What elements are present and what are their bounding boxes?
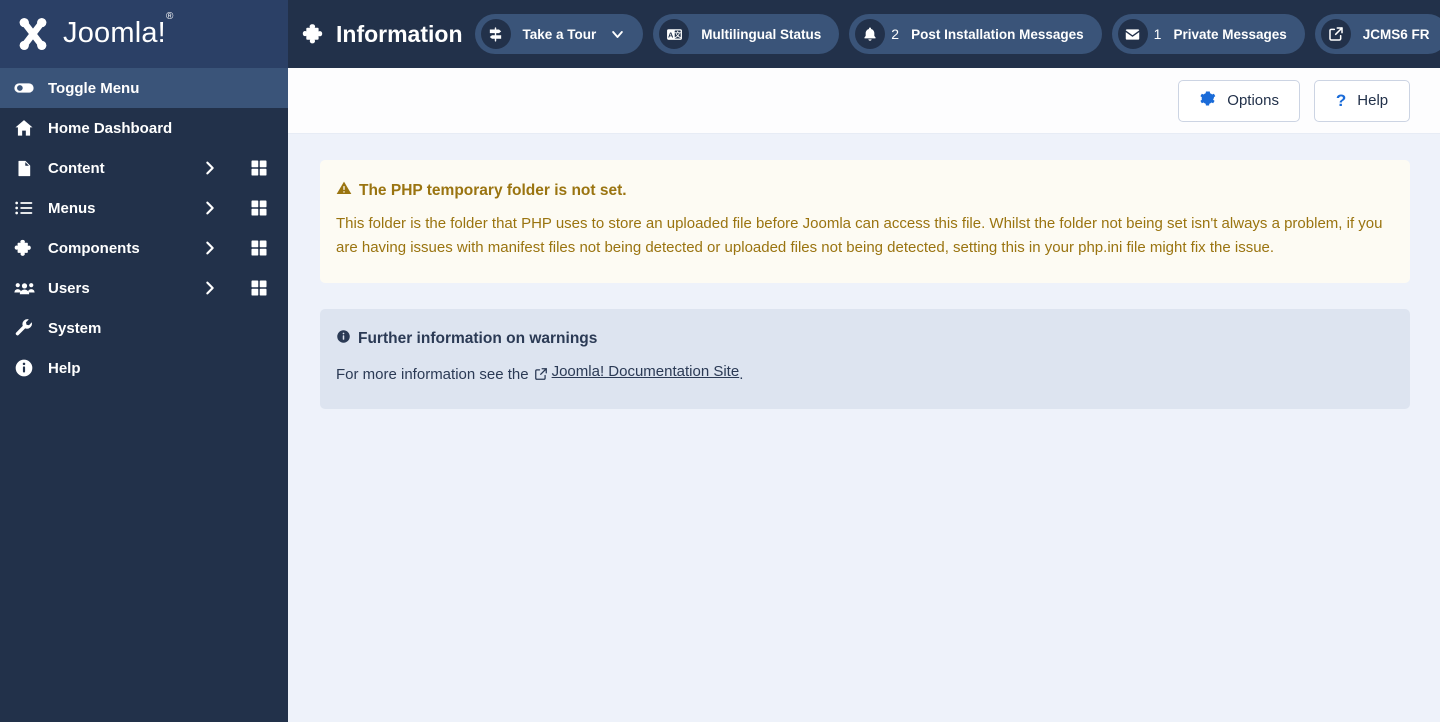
chevron-right-icon[interactable]: [198, 200, 222, 216]
joomla-logo[interactable]: Joomla!®: [12, 10, 174, 55]
envelope-icon: [1117, 19, 1148, 49]
sidebar-item-label: Components: [48, 239, 140, 257]
toggle-switch-icon: [12, 77, 36, 99]
help-label: Help: [1357, 92, 1389, 109]
brand-area[interactable]: Joomla!®: [0, 0, 288, 68]
info-alert-body-suffix: .: [739, 365, 744, 383]
sidebar-item-label: Content: [48, 159, 105, 177]
take-a-tour-button[interactable]: Take a Tour: [474, 14, 644, 54]
toggle-menu-button[interactable]: Toggle Menu: [0, 68, 288, 108]
puzzle-piece-icon: [12, 238, 36, 258]
sidebar-item-label: Menus: [48, 199, 96, 217]
sidebar-item-content[interactable]: Content: [0, 148, 288, 188]
users-icon: [12, 278, 36, 299]
chevron-right-icon[interactable]: [198, 240, 222, 256]
sidebar-item-label: System: [48, 319, 102, 337]
page-identity: Information: [302, 21, 463, 48]
chevron-right-icon[interactable]: [198, 280, 222, 296]
external-link-icon: [1320, 19, 1351, 49]
svg-text:A: A: [668, 30, 674, 39]
help-button[interactable]: ? Help: [1314, 79, 1410, 122]
question-mark-icon: ?: [1335, 91, 1347, 110]
sidebar-item-help[interactable]: Help: [0, 348, 288, 388]
wrench-icon: [12, 318, 36, 338]
puzzle-piece-icon: [302, 22, 326, 46]
warning-triangle-icon: [336, 180, 352, 201]
sidebar-item-users[interactable]: Users: [0, 268, 288, 308]
info-circle-icon: [336, 329, 351, 349]
sidebar-item-home-dashboard[interactable]: Home Dashboard: [0, 108, 288, 148]
page-body: Toggle Menu Home Dashboard Content Menus…: [0, 68, 1440, 722]
language-icon: A 文: [659, 19, 690, 49]
take-a-tour-label: Take a Tour: [522, 26, 597, 42]
toggle-menu-label: Toggle Menu: [48, 79, 140, 97]
chevron-down-icon: [610, 27, 625, 42]
external-link-icon: [534, 367, 548, 381]
post-installation-messages-label: Post Installation Messages: [911, 26, 1084, 42]
sidebar-item-system[interactable]: System: [0, 308, 288, 348]
list-icon: [12, 198, 36, 218]
page-title: Information: [336, 20, 463, 47]
svg-text:文: 文: [674, 30, 681, 39]
site-link-label: JCMS6 FR: [1362, 26, 1430, 42]
signpost-icon: [480, 19, 511, 49]
info-circle-icon: [12, 358, 36, 378]
site-link-button[interactable]: JCMS6 FR: [1314, 14, 1440, 54]
warning-alert-title: The PHP temporary folder is not set.: [359, 181, 627, 199]
sidebar-item-label: Users: [48, 279, 90, 297]
content-toolbar: Options ? Help: [288, 68, 1440, 134]
sidebar-item-label: Home Dashboard: [48, 119, 173, 137]
private-messages-button[interactable]: 1 Private Messages: [1111, 14, 1305, 54]
home-icon: [12, 118, 36, 138]
info-alert-body: For more information see the Joomla! Doc…: [336, 360, 1384, 387]
options-label: Options: [1227, 92, 1279, 109]
bell-icon: [855, 19, 886, 49]
info-alert: Further information on warnings For more…: [320, 308, 1410, 410]
sidebar-item-components[interactable]: Components: [0, 228, 288, 268]
post-installation-messages-button[interactable]: 2 Post Installation Messages: [849, 14, 1102, 54]
info-alert-body-prefix: For more information see the: [336, 365, 529, 383]
documentation-link[interactable]: Joomla! Documentation Site: [552, 360, 740, 384]
warning-alert-body: This folder is the folder that PHP uses …: [336, 215, 1383, 257]
options-button[interactable]: Options: [1178, 79, 1300, 122]
document-icon: [12, 159, 36, 178]
top-header: Joomla!® Information Take a Tour A 文 Mul…: [0, 0, 1440, 68]
sidebar: Toggle Menu Home Dashboard Content Menus…: [0, 68, 288, 722]
dashboard-grid-icon[interactable]: [244, 159, 268, 177]
warning-alert: The PHP temporary folder is not set. Thi…: [320, 160, 1410, 283]
post-installation-messages-count: 2: [891, 26, 900, 42]
brand-name: Joomla!®: [63, 10, 174, 49]
info-alert-title-row: Further information on warnings: [336, 329, 1384, 349]
gear-icon: [1199, 90, 1216, 111]
joomla-logo-icon: [12, 13, 54, 55]
multilingual-status-button[interactable]: A 文 Multilingual Status: [653, 14, 840, 54]
content-area: The PHP temporary folder is not set. Thi…: [288, 134, 1440, 435]
sidebar-item-label: Help: [48, 359, 81, 377]
private-messages-label: Private Messages: [1173, 26, 1287, 42]
chevron-right-icon[interactable]: [198, 160, 222, 176]
sidebar-item-menus[interactable]: Menus: [0, 188, 288, 228]
dashboard-grid-icon[interactable]: [244, 239, 268, 257]
warning-alert-title-row: The PHP temporary folder is not set.: [336, 180, 1384, 201]
dashboard-grid-icon[interactable]: [244, 199, 268, 217]
info-alert-title: Further information on warnings: [358, 329, 598, 347]
private-messages-count: 1: [1153, 26, 1162, 42]
documentation-link-wrap[interactable]: Joomla! Documentation Site: [534, 360, 740, 384]
main-content: Options ? Help The PHP temporary folder …: [288, 68, 1440, 722]
header-toolbar: Information Take a Tour A 文 Multilingual…: [288, 0, 1440, 68]
multilingual-status-label: Multilingual Status: [701, 26, 822, 42]
dashboard-grid-icon[interactable]: [244, 279, 268, 297]
